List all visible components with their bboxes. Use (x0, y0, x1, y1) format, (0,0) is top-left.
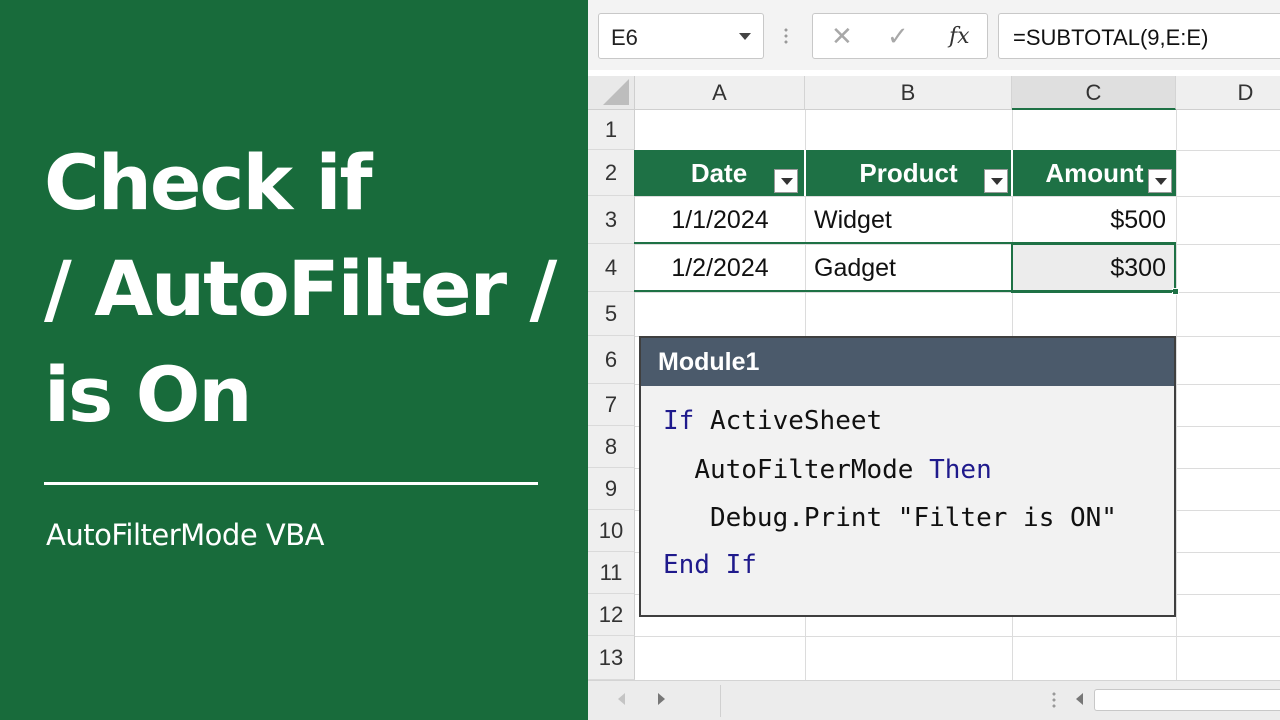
previous-sheet-icon[interactable] (618, 693, 625, 705)
hero-title-line-3: is On (44, 350, 252, 439)
code-line-3[interactable]: Debug.Print "Filter is ON" (663, 503, 1117, 533)
code-line-1[interactable]: If ActiveSheet (663, 406, 882, 436)
gridline (635, 636, 1280, 637)
scroll-left-icon[interactable] (1076, 693, 1083, 705)
formula-text: =SUBTOTAL(9,E:E) (1013, 25, 1209, 50)
hero-subtitle: AutoFilterMode VBA (46, 518, 324, 552)
row-header-7[interactable]: 7 (588, 384, 635, 426)
row-header-12[interactable]: 12 (588, 594, 635, 636)
code-keyword: Then (929, 455, 992, 485)
hero-title: Check if / AutoFilter / is On (44, 130, 574, 448)
vba-code-window[interactable]: Module1 If ActiveSheet AutoFilterMode Th… (639, 336, 1176, 617)
column-header-d[interactable]: D (1176, 76, 1280, 110)
title-divider (44, 482, 538, 485)
row-header-1[interactable]: 1 (588, 110, 635, 150)
column-header-c[interactable]: C (1012, 76, 1176, 110)
column-header-b[interactable]: B (805, 76, 1012, 110)
row-header-11[interactable]: 11 (588, 552, 635, 594)
row-header-6[interactable]: 6 (588, 336, 635, 384)
name-box-value: E6 (611, 25, 638, 50)
select-all-button[interactable] (588, 76, 635, 110)
gridline (635, 292, 1280, 293)
column-header-a[interactable]: A (635, 76, 805, 110)
code-line-2[interactable]: AutoFilterMode Then (663, 455, 992, 485)
hero-title-line-2: / AutoFilter / (44, 244, 557, 333)
code-text: ActiveSheet (694, 406, 883, 436)
code-keyword: End If (663, 550, 757, 580)
chevron-down-icon[interactable] (739, 33, 751, 40)
name-box[interactable]: E6 (598, 13, 764, 59)
filter-dropdown-icon[interactable] (774, 169, 798, 193)
cancel-icon[interactable]: ✕ (831, 22, 853, 50)
tab-divider (720, 685, 721, 717)
vba-window-title: Module1 (641, 338, 1174, 386)
row-header-13[interactable]: 13 (588, 636, 635, 680)
row-header-8[interactable]: 8 (588, 426, 635, 468)
insert-function-icon[interactable]: fx (949, 23, 970, 51)
title-panel: Check if / AutoFilter / is On AutoFilter… (0, 0, 588, 720)
row-header-10[interactable]: 10 (588, 510, 635, 552)
sheet-tab-bar (588, 680, 1280, 720)
row-header-5[interactable]: 5 (588, 292, 635, 336)
next-sheet-icon[interactable] (658, 693, 665, 705)
enter-icon[interactable]: ✓ (887, 22, 909, 50)
formula-action-buttons: ✕ ✓ fx (812, 13, 988, 59)
row-header-3[interactable]: 3 (588, 196, 635, 244)
table-bottom-border (634, 290, 1176, 292)
scrollbar-resize-handle[interactable] (1052, 691, 1056, 709)
worksheet-grid[interactable]: A B C D 1 2 3 4 5 6 7 8 9 10 11 12 13 Da… (588, 76, 1280, 680)
select-all-icon (603, 79, 629, 105)
formula-input[interactable]: =SUBTOTAL(9,E:E) (998, 13, 1280, 59)
cell-b4[interactable]: Gadget (814, 245, 1004, 291)
code-text: AutoFilterMode (694, 455, 930, 485)
cell-c4[interactable]: $300 (1012, 245, 1166, 291)
code-text: Debug.Print "Filter is ON" (709, 503, 1117, 533)
horizontal-scrollbar[interactable] (1094, 689, 1280, 711)
filter-dropdown-icon[interactable] (984, 169, 1008, 193)
formula-bar: E6 ✕ ✓ fx =SUBTOTAL(9,E:E) (588, 0, 1280, 70)
cell-a3[interactable]: 1/1/2024 (635, 197, 805, 243)
table-header-product[interactable]: Product (806, 150, 1011, 196)
formula-bar-resize-handle[interactable] (784, 27, 788, 45)
table-header-row: Date Product Amount (634, 150, 1176, 196)
cell-b3[interactable]: Widget (814, 197, 1004, 243)
excel-window: E6 ✕ ✓ fx =SUBTOTAL(9,E:E) A B C D 1 2 3… (588, 0, 1280, 720)
row-header-9[interactable]: 9 (588, 468, 635, 510)
code-line-4[interactable]: End If (663, 550, 757, 580)
row-header-4[interactable]: 4 (588, 244, 635, 292)
filter-dropdown-icon[interactable] (1148, 169, 1172, 193)
row-header-2[interactable]: 2 (588, 150, 635, 196)
hero-title-line-1: Check if (44, 138, 373, 227)
cell-a4[interactable]: 1/2/2024 (635, 245, 805, 291)
cell-c3[interactable]: $500 (1012, 197, 1166, 243)
code-keyword: If (663, 406, 695, 436)
